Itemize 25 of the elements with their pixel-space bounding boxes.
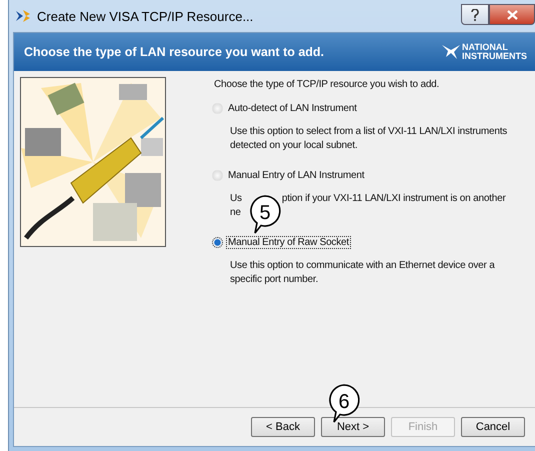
help-icon <box>471 8 479 20</box>
radio-option[interactable]: Auto-detect of LAN Instrument <box>212 102 359 115</box>
callout-marker: 5 <box>248 194 282 234</box>
option-description: Use this option to communicate with an Ethernet device over a <box>230 259 495 273</box>
logo-text: INSTRUMENTS <box>462 52 527 61</box>
option-description: specific port number. <box>230 273 318 287</box>
option-description: Use this option to select from a list of VXI-11 LAN/LXI instruments <box>230 125 508 139</box>
header-title: Choose the type of LAN resource you want to add. <box>24 45 324 59</box>
wizard-button[interactable]: Cancel <box>461 417 525 437</box>
callout-marker: 6 <box>327 383 361 423</box>
radio-option[interactable]: Manual Entry of LAN Instrument <box>212 169 366 182</box>
instruction-text: Choose the type of TCP/IP resource you wish to add. <box>214 79 440 90</box>
help-button[interactable] <box>461 4 489 25</box>
wizard-button[interactable]: Next > <box>321 417 385 437</box>
close-icon <box>506 10 518 20</box>
close-button[interactable] <box>489 4 535 25</box>
window-title: Create New VISA TCP/IP Resource... <box>37 8 254 24</box>
eagle-icon <box>442 44 460 60</box>
option-description: ne <box>230 206 241 220</box>
option-description: detected on your local subnet. <box>230 139 358 153</box>
app-icon <box>15 8 31 24</box>
wizard-button[interactable]: < Back <box>251 417 315 437</box>
option-description: ption if your VXI-11 LAN/LXI instrument is on another <box>282 192 506 206</box>
option-description: Us <box>230 192 242 206</box>
logo-text: NATIONAL <box>462 43 509 52</box>
